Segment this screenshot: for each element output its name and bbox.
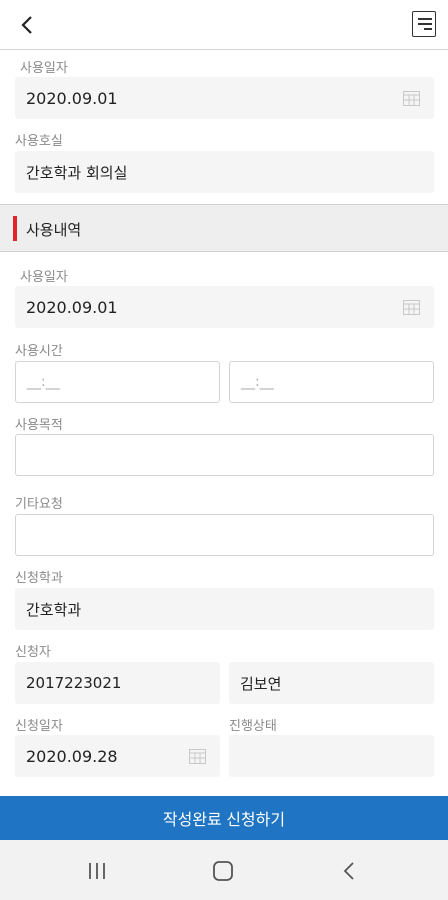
purpose-input[interactable] — [15, 434, 434, 476]
apply-date-value: 2020.09.28 — [26, 746, 118, 766]
detail-use-date-label: 사용일자 — [20, 270, 68, 285]
menu-icon-bar — [418, 23, 432, 25]
applicant-id-value: 2017223021 — [26, 674, 122, 692]
calendar-icon — [403, 300, 420, 315]
back-icon — [343, 862, 354, 880]
applicant-name-value: 김보연 — [240, 674, 282, 693]
menu-icon — [418, 18, 432, 20]
home-button[interactable] — [208, 858, 238, 884]
recents-button[interactable] — [82, 858, 112, 884]
end-time-input[interactable]: __:__ — [229, 361, 434, 403]
nav-back-button[interactable] — [334, 858, 364, 884]
use-date-label: 사용일자 — [20, 61, 68, 76]
calendar-icon — [403, 91, 420, 106]
status-field — [229, 735, 434, 777]
room-field[interactable]: 간호학과 회의실 — [15, 151, 434, 193]
section-header: 사용내역 — [0, 204, 448, 252]
room-value: 간호학과 회의실 — [26, 163, 128, 182]
top-bar — [0, 0, 448, 50]
use-date-field[interactable]: 2020.09.01 — [15, 77, 434, 119]
use-date-value: 2020.09.01 — [26, 88, 118, 108]
calendar-icon — [189, 749, 206, 764]
dept-value: 간호학과 — [26, 600, 82, 619]
room-label: 사용호실 — [15, 134, 63, 149]
section-marker — [13, 216, 17, 241]
other-request-input[interactable] — [15, 514, 434, 556]
other-request-label: 기타요청 — [15, 497, 63, 512]
menu-button[interactable] — [412, 11, 436, 37]
submit-button[interactable]: 작성완료 신청하기 — [0, 796, 448, 840]
detail-use-date-value: 2020.09.01 — [26, 297, 118, 317]
dept-field: 간호학과 — [15, 588, 434, 630]
start-time-placeholder: __:__ — [27, 374, 60, 390]
apply-date-field: 2020.09.28 — [15, 735, 220, 777]
chevron-left-icon — [21, 16, 32, 34]
end-time-placeholder: __:__ — [241, 374, 274, 390]
applicant-id-field: 2017223021 — [15, 662, 220, 704]
system-nav-bar — [0, 840, 448, 900]
apply-date-label: 신청일자 — [15, 719, 63, 734]
home-icon — [213, 861, 233, 881]
section-title: 사용내역 — [26, 221, 82, 239]
menu-icon-bar — [424, 28, 432, 30]
applicant-name-field: 김보연 — [229, 662, 434, 704]
applicant-label: 신청자 — [15, 645, 51, 660]
back-button[interactable] — [12, 10, 42, 40]
recents-icon — [89, 863, 105, 879]
detail-use-date-field[interactable]: 2020.09.01 — [15, 286, 434, 328]
status-label: 진행상태 — [229, 719, 277, 734]
start-time-input[interactable]: __:__ — [15, 361, 220, 403]
dept-label: 신청학과 — [15, 571, 63, 586]
use-time-label: 사용시간 — [15, 344, 63, 359]
purpose-label: 사용목적 — [15, 418, 63, 433]
